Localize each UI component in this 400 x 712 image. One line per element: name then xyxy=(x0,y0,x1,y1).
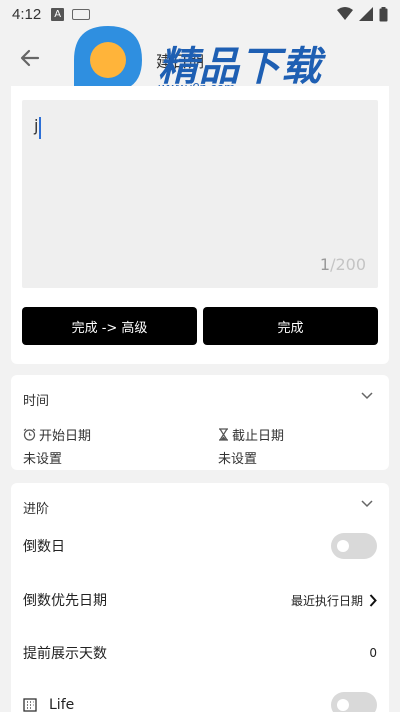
preview-days-row[interactable]: 提前展示天数 0 xyxy=(11,633,389,673)
wifi-icon xyxy=(337,7,353,20)
time-section-title: 时间 xyxy=(23,394,50,409)
start-date-label: 开始日期 xyxy=(39,429,92,444)
countdown-row: 倒数日 xyxy=(11,526,389,566)
done-button[interactable]: 完成 xyxy=(203,307,378,345)
editor-card: j 1/200 完成 -> 高级 完成 xyxy=(11,86,389,364)
char-counter: 1/200 xyxy=(320,255,366,274)
status-time: 4:12 xyxy=(12,5,42,23)
back-arrow-icon[interactable] xyxy=(16,44,44,72)
life-label: Life xyxy=(49,697,75,712)
priority-date-row[interactable]: 倒数优先日期 最近执行日期 xyxy=(11,580,389,620)
hourglass-icon xyxy=(219,428,228,441)
chevron-down-icon[interactable] xyxy=(361,392,373,400)
app-notification-icon: A xyxy=(51,7,65,21)
end-date-value: 未设置 xyxy=(218,452,258,467)
alarm-clock-icon xyxy=(23,428,36,441)
start-date-field[interactable]: 开始日期 未设置 xyxy=(23,425,91,467)
content-textarea[interactable]: j 1/200 xyxy=(22,100,378,288)
time-card: 时间 开始日期 未设置 截止日期 未设置 xyxy=(11,375,389,470)
calendar-grid-icon xyxy=(23,698,37,712)
life-toggle[interactable] xyxy=(331,692,377,712)
priority-date-label: 倒数优先日期 xyxy=(23,593,107,609)
chevron-right-icon xyxy=(369,593,377,607)
preview-days-value: 0 xyxy=(369,646,377,660)
done-advanced-button[interactable]: 完成 -> 高级 xyxy=(22,307,197,345)
preview-days-label: 提前展示天数 xyxy=(23,646,107,662)
advanced-card: 进阶 倒数日 倒数优先日期 最近执行日期 提前展示天数 0 Life xyxy=(11,483,389,712)
text-caret xyxy=(39,117,41,139)
priority-date-value: 最近执行日期 xyxy=(290,593,363,608)
chevron-down-icon[interactable] xyxy=(361,500,373,508)
textarea-value: j xyxy=(34,116,39,135)
keyboard-icon xyxy=(72,8,91,20)
start-date-value: 未设置 xyxy=(23,452,63,467)
signal-icon xyxy=(359,7,373,21)
battery-icon xyxy=(379,6,388,21)
advanced-section-title: 进阶 xyxy=(23,502,50,517)
countdown-label: 倒数日 xyxy=(23,539,65,555)
life-row: Life xyxy=(11,685,389,712)
toggle-knob xyxy=(337,540,349,552)
char-count-current: 1 xyxy=(319,255,331,274)
end-date-field[interactable]: 截止日期 未设置 xyxy=(218,425,284,467)
char-count-max: /200 xyxy=(330,255,366,274)
toggle-knob xyxy=(337,699,349,711)
end-date-label: 截止日期 xyxy=(232,429,285,444)
countdown-toggle[interactable] xyxy=(331,533,377,559)
